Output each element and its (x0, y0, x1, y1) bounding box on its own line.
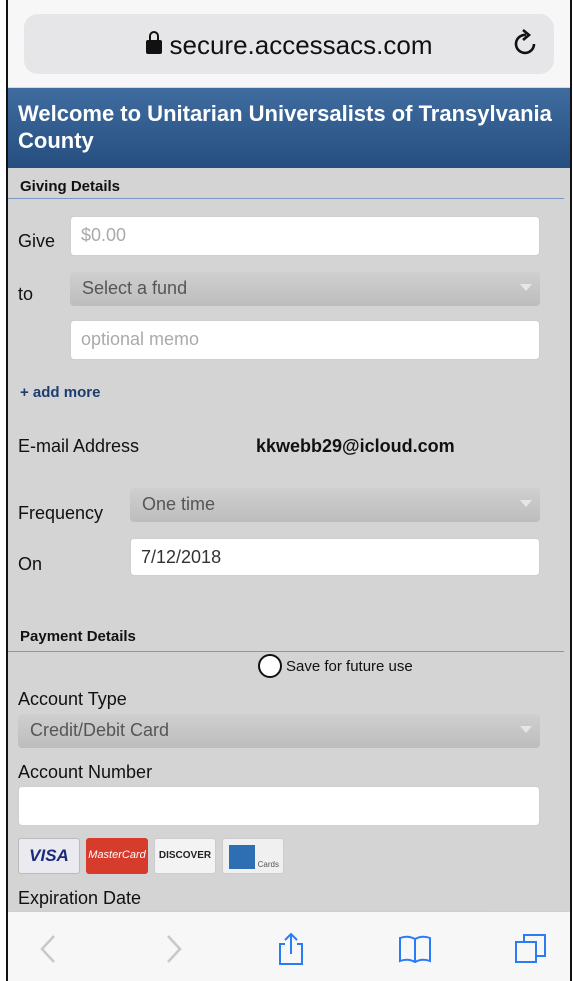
payment-section-title: Payment Details (8, 616, 564, 652)
account-type-value: Credit/Debit Card (30, 720, 170, 740)
reload-icon[interactable] (512, 26, 540, 58)
date-input[interactable]: 7/12/2018 (130, 538, 540, 576)
dropdown-arrow-icon (520, 726, 532, 733)
url-text: secure.accessacs.com (169, 30, 433, 60)
giving-section-title: Giving Details (8, 168, 564, 199)
fund-select[interactable]: Select a fund (70, 272, 540, 306)
page-header: Welcome to Unitarian Universalists of Tr… (8, 88, 570, 168)
browser-toolbar (8, 911, 570, 981)
back-icon[interactable] (32, 932, 66, 966)
email-value: kkwebb29@icloud.com (256, 436, 455, 456)
address-bar-area: secure.accessacs.com (8, 0, 570, 88)
save-label: Save for future use (286, 658, 413, 675)
expiration-label: Expiration Date (18, 888, 142, 908)
share-icon[interactable] (274, 932, 308, 966)
visa-logo: VISA (18, 838, 80, 874)
fund-select-value: Select a fund (82, 278, 188, 298)
account-type-label: Account Type (18, 689, 127, 709)
give-label: Give (18, 231, 56, 251)
mastercard-logo: MasterCard (86, 838, 148, 874)
account-type-select[interactable]: Credit/Debit Card (18, 714, 540, 748)
amount-input[interactable]: $0.00 (70, 216, 540, 256)
to-label: to (18, 284, 34, 304)
frequency-select[interactable]: One time (130, 488, 540, 522)
browser-frame: secure.accessacs.com Welcome to Unitaria… (6, 0, 572, 981)
discover-logo: DISCOVER (154, 838, 216, 874)
save-checkbox[interactable] (258, 654, 282, 678)
dropdown-arrow-icon (520, 500, 532, 507)
web-page: Welcome to Unitarian Universalists of Tr… (8, 88, 570, 911)
dropdown-arrow-icon (520, 284, 532, 291)
email-label: E-mail Address (18, 436, 140, 456)
url-display[interactable]: secure.accessacs.com (24, 30, 554, 61)
address-bar[interactable]: secure.accessacs.com (24, 14, 554, 74)
account-number-label: Account Number (18, 762, 153, 782)
forward-icon[interactable] (156, 932, 190, 966)
bookmarks-icon[interactable] (398, 932, 432, 966)
tabs-icon[interactable] (514, 932, 548, 966)
on-label: On (18, 554, 43, 574)
memo-input[interactable]: optional memo (70, 320, 540, 360)
amex-logo: Cards (222, 838, 284, 874)
add-more-link[interactable]: + add more (20, 384, 100, 401)
account-number-input[interactable] (18, 786, 540, 826)
frequency-label: Frequency (18, 503, 104, 523)
lock-icon (145, 31, 162, 54)
frequency-select-value: One time (142, 494, 216, 514)
